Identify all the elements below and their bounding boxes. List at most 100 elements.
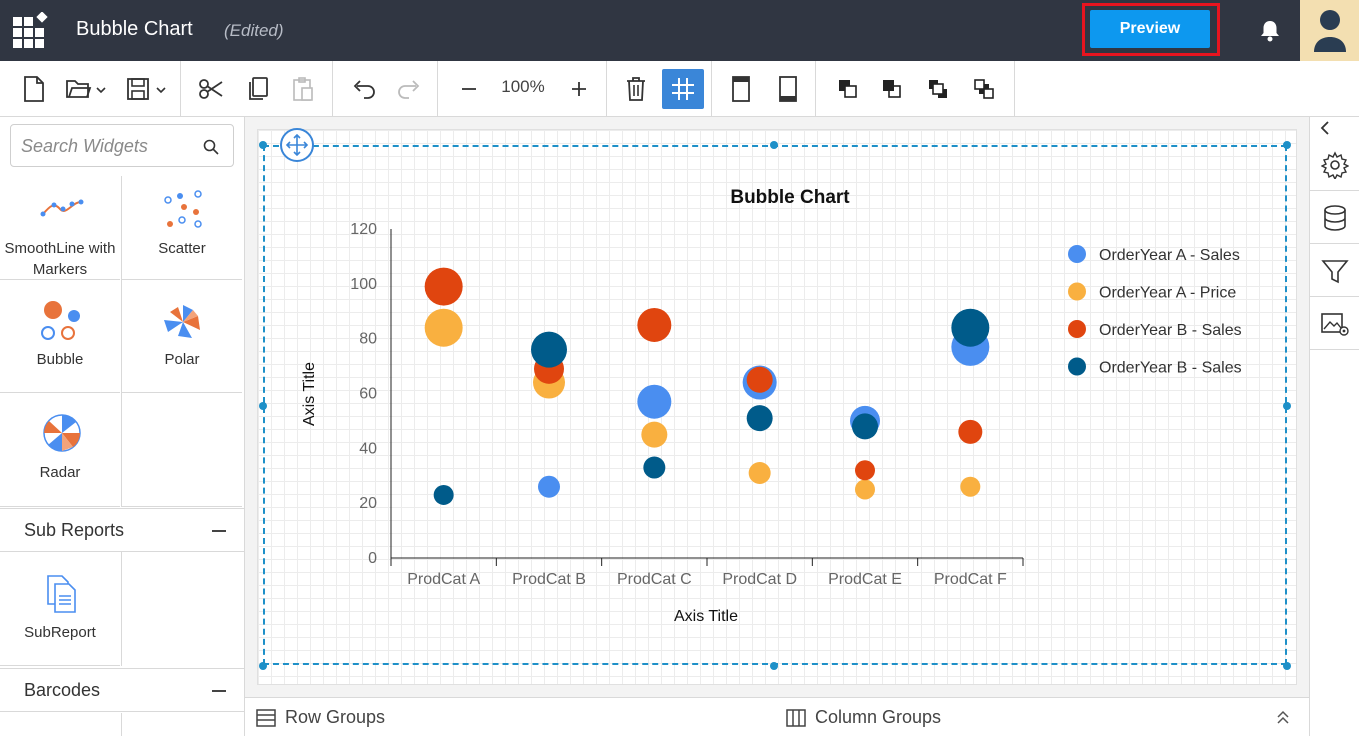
widget-label: Bubble <box>36 351 84 368</box>
x-tick-label: ProdCat E <box>828 571 902 588</box>
double-chevron-up-icon <box>1277 710 1289 724</box>
new-file-icon <box>24 76 44 102</box>
resize-handle-e[interactable] <box>1283 402 1291 410</box>
x-axis-title: Axis Title <box>674 608 738 625</box>
chart-title: Bubble Chart <box>730 187 850 208</box>
bubble-point[interactable] <box>531 331 567 368</box>
scissors-icon <box>199 79 223 99</box>
resize-handle-ne[interactable] <box>1283 141 1291 149</box>
row-groups-toggle[interactable]: Row Groups <box>255 707 385 728</box>
resize-handle-sw[interactable] <box>259 662 267 670</box>
x-tick-label: ProdCat D <box>722 571 797 588</box>
save-button[interactable] <box>124 71 172 107</box>
user-avatar[interactable] <box>1300 0 1359 61</box>
page-footer-button[interactable] <box>774 71 802 107</box>
resize-handle-s[interactable] <box>770 662 778 670</box>
y-tick-label: 20 <box>359 495 377 512</box>
bubble-point[interactable] <box>641 421 668 448</box>
redo-icon <box>398 80 420 99</box>
bubble-point[interactable] <box>960 476 981 497</box>
redo-button[interactable] <box>393 71 425 107</box>
widget-polar[interactable]: Polar <box>122 280 242 393</box>
section-barcodes[interactable]: Barcodes <box>0 668 244 712</box>
bubble-point[interactable] <box>855 479 875 500</box>
undo-button[interactable] <box>348 71 380 107</box>
row-groups-icon <box>256 708 276 727</box>
collapse-icon[interactable] <box>212 530 226 532</box>
radar-icon <box>43 414 81 452</box>
y-tick-label: 100 <box>350 276 377 293</box>
bubble-point[interactable] <box>433 484 454 505</box>
column-groups-label: Column Groups <box>815 707 942 727</box>
bubble-point[interactable] <box>746 366 773 393</box>
bring-forward-icon <box>839 80 857 98</box>
search-icon[interactable] <box>203 139 219 155</box>
zoom-level: 100% <box>501 77 545 96</box>
copy-button[interactable] <box>242 71 274 107</box>
paste-icon <box>293 77 313 101</box>
widget-radar[interactable]: Radar <box>0 393 120 507</box>
notifications-bell-icon[interactable] <box>1256 17 1284 45</box>
file-group <box>0 61 181 117</box>
collapse-icon[interactable] <box>212 690 226 692</box>
delete-button[interactable] <box>620 71 652 107</box>
page-header-button[interactable] <box>727 71 755 107</box>
apps-menu-button[interactable] <box>12 12 52 52</box>
open-file-button[interactable] <box>62 71 110 107</box>
properties-button[interactable] <box>1310 139 1359 191</box>
bubble-point[interactable] <box>424 308 463 347</box>
widget-subreport[interactable]: SubReport <box>0 552 120 666</box>
paste-button[interactable] <box>287 71 319 107</box>
section-sub-reports[interactable]: Sub Reports <box>0 508 244 552</box>
bubble-point[interactable] <box>855 460 875 481</box>
smoothline-icon <box>40 199 84 217</box>
bubble-chart[interactable]: Bubble Chart 020406080100120 ProdCat A Pr… <box>263 145 1283 661</box>
data-button[interactable] <box>1310 192 1359 244</box>
database-icon <box>1323 204 1346 231</box>
legend-marker <box>1068 357 1086 376</box>
preview-button[interactable]: Preview <box>1090 10 1210 48</box>
arrange-group <box>816 61 1015 117</box>
bring-forward-button[interactable] <box>834 71 862 107</box>
zoom-in-button[interactable] <box>566 71 592 107</box>
bubble-point[interactable] <box>538 475 560 498</box>
new-file-button[interactable] <box>18 71 50 107</box>
send-to-back-button[interactable] <box>970 71 998 107</box>
bring-to-front-button[interactable] <box>924 71 952 107</box>
send-backward-button[interactable] <box>878 71 906 107</box>
resize-handle-se[interactable] <box>1283 662 1291 670</box>
bubble-point[interactable] <box>643 456 666 479</box>
y-tick-label: 40 <box>359 440 377 457</box>
column-groups-toggle[interactable]: Column Groups <box>785 707 941 728</box>
bubble-point[interactable] <box>852 413 878 440</box>
widget-label: Radar <box>39 464 81 481</box>
bubble-icon <box>41 301 80 340</box>
bubble-point[interactable] <box>424 267 463 306</box>
bubble-point[interactable] <box>746 405 773 432</box>
grid-toggle-button[interactable] <box>662 69 704 109</box>
expand-grouping-button[interactable] <box>1275 708 1291 731</box>
image-manager-button[interactable] <box>1310 298 1359 350</box>
x-axis: ProdCat A ProdCat B ProdCat C ProdCat D Prod… <box>390 557 1024 588</box>
zoom-out-button[interactable] <box>456 71 482 107</box>
save-icon <box>127 78 166 100</box>
collapse-properties-button[interactable] <box>1310 117 1359 139</box>
polar-icon <box>164 305 200 338</box>
cut-button[interactable] <box>195 71 227 107</box>
filter-button[interactable] <box>1310 245 1359 297</box>
bubble-point[interactable] <box>951 308 990 347</box>
app-root: Bubble Chart (Edited) Preview 100% Searc… <box>0 0 1359 736</box>
widget-smoothline[interactable]: SmoothLine with Markers <box>0 176 120 280</box>
search-input[interactable] <box>21 133 191 159</box>
bubble-point[interactable] <box>637 307 672 342</box>
minus-icon <box>462 88 476 90</box>
apps-grid-icon <box>13 12 48 48</box>
bubble-point[interactable] <box>748 462 771 485</box>
widget-divider <box>121 552 122 666</box>
search-box <box>10 124 234 167</box>
bubble-point[interactable] <box>637 384 672 419</box>
widget-bubble[interactable]: Bubble <box>0 280 120 393</box>
y-axis-title: Axis Title <box>301 362 318 426</box>
widget-scatter[interactable]: Scatter <box>122 176 242 280</box>
bubble-point[interactable] <box>958 419 983 444</box>
